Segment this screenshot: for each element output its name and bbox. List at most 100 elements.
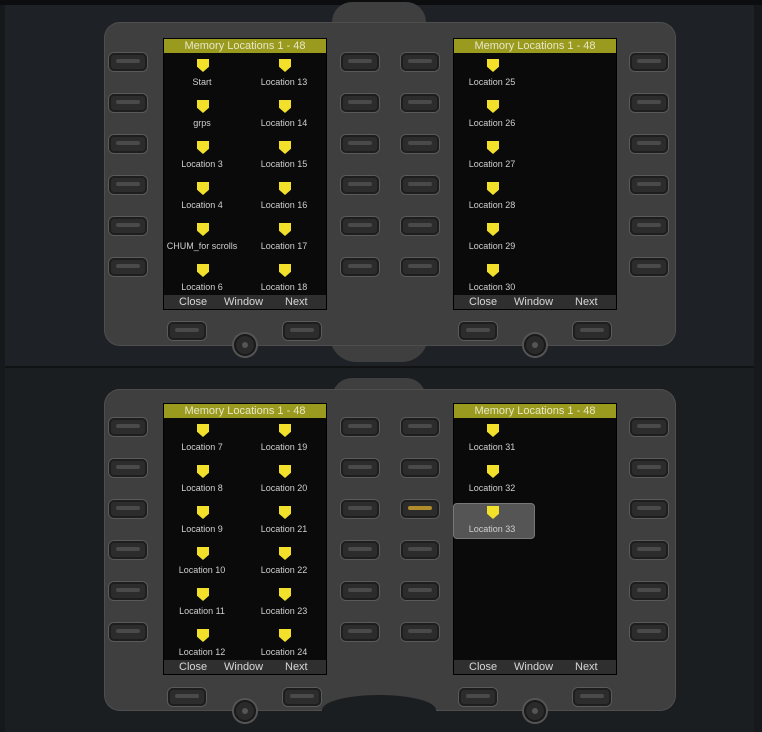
- memory-location[interactable]: Location 15: [246, 139, 326, 173]
- next-button[interactable]: Next: [575, 660, 598, 674]
- knob-icon[interactable]: [524, 334, 546, 356]
- memory-location[interactable]: Location 30: [454, 262, 534, 296]
- hardware-soft-key[interactable]: [341, 418, 379, 436]
- hardware-soft-key[interactable]: [630, 500, 668, 518]
- hardware-soft-key[interactable]: [573, 688, 611, 706]
- memory-location[interactable]: Location 23: [246, 586, 326, 620]
- hardware-soft-key[interactable]: [109, 217, 147, 235]
- memory-location[interactable]: Location 31: [454, 422, 534, 456]
- hardware-soft-key[interactable]: [109, 500, 147, 518]
- hardware-soft-key[interactable]: [109, 623, 147, 641]
- next-button[interactable]: Next: [285, 660, 308, 674]
- memory-location[interactable]: Location 3: [164, 139, 244, 173]
- hardware-soft-key[interactable]: [109, 53, 147, 71]
- hardware-soft-key[interactable]: [401, 541, 439, 559]
- hardware-soft-key[interactable]: [283, 322, 321, 340]
- hardware-soft-key[interactable]: [341, 459, 379, 477]
- hardware-soft-key[interactable]: [630, 418, 668, 436]
- hardware-soft-key[interactable]: [341, 94, 379, 112]
- hardware-soft-key[interactable]: [341, 500, 379, 518]
- hardware-soft-key[interactable]: [341, 541, 379, 559]
- hardware-soft-key[interactable]: [109, 135, 147, 153]
- knob-icon[interactable]: [234, 334, 256, 356]
- memory-location[interactable]: Location 33: [454, 504, 534, 538]
- next-button[interactable]: Next: [575, 295, 598, 309]
- hardware-soft-key[interactable]: [168, 322, 206, 340]
- knob-icon[interactable]: [234, 700, 256, 722]
- window-button[interactable]: Window: [514, 660, 553, 674]
- hardware-soft-key[interactable]: [459, 322, 497, 340]
- memory-location[interactable]: Location 32: [454, 463, 534, 497]
- next-button[interactable]: Next: [285, 295, 308, 309]
- memory-location[interactable]: Location 22: [246, 545, 326, 579]
- hardware-soft-key[interactable]: [630, 176, 668, 194]
- hardware-soft-key[interactable]: [401, 217, 439, 235]
- memory-location[interactable]: grps: [164, 98, 244, 132]
- memory-location[interactable]: Location 12: [164, 627, 244, 661]
- window-button[interactable]: Window: [514, 295, 553, 309]
- close-button[interactable]: Close: [469, 660, 497, 674]
- hardware-soft-key[interactable]: [630, 582, 668, 600]
- memory-location[interactable]: Location 7: [164, 422, 244, 456]
- memory-location[interactable]: Start: [164, 57, 244, 91]
- hardware-soft-key[interactable]: [341, 53, 379, 71]
- hardware-soft-key[interactable]: [630, 258, 668, 276]
- memory-location[interactable]: Location 9: [164, 504, 244, 538]
- hardware-soft-key[interactable]: [341, 582, 379, 600]
- hardware-soft-key[interactable]: [401, 53, 439, 71]
- hardware-soft-key[interactable]: [630, 623, 668, 641]
- close-button[interactable]: Close: [179, 295, 207, 309]
- hardware-soft-key[interactable]: [401, 258, 439, 276]
- memory-location[interactable]: Location 19: [246, 422, 326, 456]
- hardware-soft-key[interactable]: [401, 459, 439, 477]
- hardware-soft-key[interactable]: [573, 322, 611, 340]
- memory-location[interactable]: Location 24: [246, 627, 326, 661]
- window-button[interactable]: Window: [224, 295, 263, 309]
- hardware-soft-key[interactable]: [283, 688, 321, 706]
- hardware-soft-key[interactable]: [401, 418, 439, 436]
- hardware-soft-key[interactable]: [109, 459, 147, 477]
- memory-location[interactable]: Location 18: [246, 262, 326, 296]
- hardware-soft-key[interactable]: [341, 258, 379, 276]
- close-button[interactable]: Close: [179, 660, 207, 674]
- memory-location[interactable]: Location 28: [454, 180, 534, 214]
- window-button[interactable]: Window: [224, 660, 263, 674]
- hardware-soft-key[interactable]: [401, 94, 439, 112]
- hardware-soft-key[interactable]: [459, 688, 497, 706]
- hardware-soft-key[interactable]: [630, 135, 668, 153]
- memory-location[interactable]: Location 10: [164, 545, 244, 579]
- memory-location[interactable]: Location 13: [246, 57, 326, 91]
- memory-location[interactable]: Location 8: [164, 463, 244, 497]
- hardware-soft-key[interactable]: [109, 582, 147, 600]
- memory-location[interactable]: Location 25: [454, 57, 534, 91]
- hardware-soft-key[interactable]: [401, 500, 439, 518]
- hardware-soft-key[interactable]: [630, 459, 668, 477]
- hardware-soft-key[interactable]: [341, 135, 379, 153]
- hardware-soft-key[interactable]: [341, 217, 379, 235]
- memory-location[interactable]: Location 4: [164, 180, 244, 214]
- hardware-soft-key[interactable]: [630, 94, 668, 112]
- memory-location[interactable]: Location 21: [246, 504, 326, 538]
- hardware-soft-key[interactable]: [401, 623, 439, 641]
- close-button[interactable]: Close: [469, 295, 497, 309]
- hardware-soft-key[interactable]: [109, 541, 147, 559]
- hardware-soft-key[interactable]: [341, 176, 379, 194]
- memory-location[interactable]: Location 20: [246, 463, 326, 497]
- memory-location[interactable]: Location 29: [454, 221, 534, 255]
- memory-location[interactable]: Location 27: [454, 139, 534, 173]
- hardware-soft-key[interactable]: [109, 258, 147, 276]
- hardware-soft-key[interactable]: [630, 541, 668, 559]
- memory-location[interactable]: Location 16: [246, 180, 326, 214]
- hardware-soft-key[interactable]: [109, 94, 147, 112]
- hardware-soft-key[interactable]: [109, 176, 147, 194]
- hardware-soft-key[interactable]: [341, 623, 379, 641]
- hardware-soft-key[interactable]: [630, 53, 668, 71]
- hardware-soft-key[interactable]: [630, 217, 668, 235]
- hardware-soft-key[interactable]: [168, 688, 206, 706]
- hardware-soft-key[interactable]: [401, 135, 439, 153]
- hardware-soft-key[interactable]: [401, 582, 439, 600]
- memory-location[interactable]: Location 26: [454, 98, 534, 132]
- hardware-soft-key[interactable]: [109, 418, 147, 436]
- memory-location[interactable]: Location 11: [164, 586, 244, 620]
- memory-location[interactable]: Location 6: [164, 262, 244, 296]
